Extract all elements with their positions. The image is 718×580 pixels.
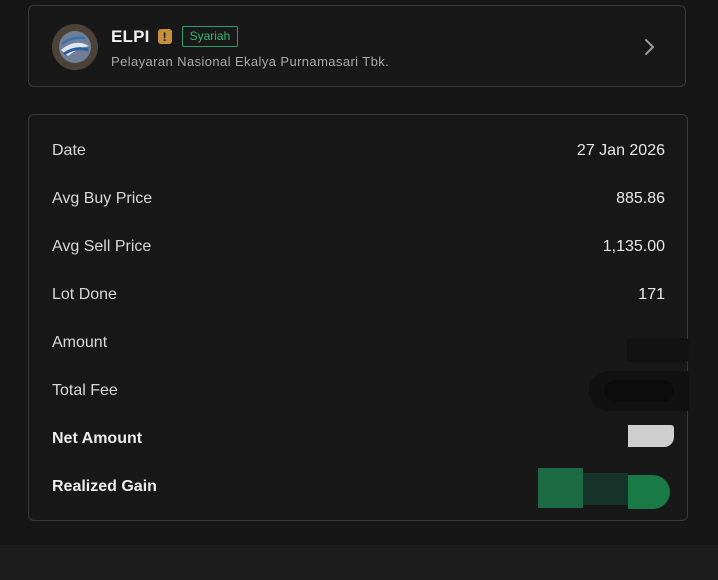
lot-done-label: Lot Done bbox=[52, 286, 117, 303]
chevron-right-icon[interactable] bbox=[643, 38, 657, 56]
net-amount-redaction bbox=[628, 425, 674, 447]
detail-row-lot-done: Lot Done 171 bbox=[52, 283, 665, 307]
realized-gain-redaction-end bbox=[628, 475, 670, 509]
ship-logo-icon bbox=[52, 24, 98, 70]
detail-row-avg-buy-price: Avg Buy Price 885.86 bbox=[52, 187, 665, 211]
avg-buy-price-label: Avg Buy Price bbox=[52, 190, 153, 207]
total-fee-label: Total Fee bbox=[52, 382, 118, 399]
warning-icon: ! bbox=[157, 29, 172, 44]
avg-buy-price-value: 885.86 bbox=[616, 190, 665, 207]
net-amount-label: Net Amount bbox=[52, 430, 143, 447]
detail-row-amount: Amount bbox=[52, 331, 665, 355]
realized-gain-redaction bbox=[538, 468, 583, 508]
syariah-badge: Syariah bbox=[181, 26, 239, 47]
avg-sell-price-value: 1,135.00 bbox=[602, 238, 665, 255]
total-fee-redaction-dark bbox=[604, 380, 674, 402]
avg-sell-price-label: Avg Sell Price bbox=[52, 238, 152, 255]
stock-ticker: ELPI bbox=[111, 26, 150, 46]
date-label: Date bbox=[52, 142, 86, 159]
trade-detail-card: Date 27 Jan 2026 Avg Buy Price 885.86 Av… bbox=[28, 114, 689, 521]
bottom-bar bbox=[0, 545, 718, 580]
detail-row-date: Date 27 Jan 2026 bbox=[52, 139, 665, 163]
company-name: Pelayaran Nasional Ekalya Purnamasari Tb… bbox=[111, 54, 390, 69]
detail-row-avg-sell-price: Avg Sell Price 1,135.00 bbox=[52, 235, 665, 259]
realized-gain-redaction-mid bbox=[583, 473, 628, 505]
trade-detail-screen: ELPI ! Syariah Pelayaran Nasional Ekalya… bbox=[0, 0, 718, 580]
realized-gain-label: Realized Gain bbox=[52, 478, 157, 495]
detail-row-total-fee: Total Fee bbox=[52, 379, 665, 403]
amount-label: Amount bbox=[52, 334, 108, 351]
lot-done-value: 171 bbox=[638, 286, 665, 303]
ticker-row: ELPI ! Syariah bbox=[111, 26, 239, 47]
amount-redaction bbox=[627, 338, 689, 362]
detail-row-net-amount: Net Amount bbox=[52, 427, 665, 451]
stock-card[interactable]: ELPI ! Syariah Pelayaran Nasional Ekalya… bbox=[28, 5, 686, 87]
date-value: 27 Jan 2026 bbox=[576, 142, 665, 159]
